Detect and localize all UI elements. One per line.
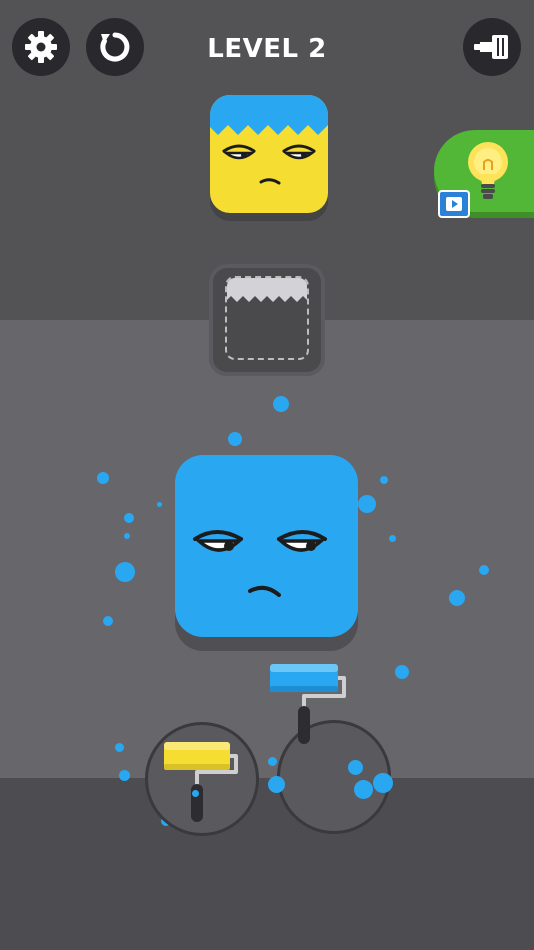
- paint-drop: [348, 760, 363, 775]
- yellow-roller[interactable]: [160, 738, 240, 824]
- bottom-background: [0, 778, 534, 950]
- paint-drop: [380, 476, 388, 484]
- paint-drop: [268, 776, 285, 793]
- paint-drop: [373, 773, 393, 793]
- paint-drop: [479, 565, 489, 575]
- paint-drop: [124, 533, 130, 539]
- slot-painted-band: [227, 278, 307, 302]
- paint-drop: [97, 472, 109, 484]
- paint-drop: [115, 743, 124, 752]
- video-play-icon: [446, 197, 462, 211]
- player-face[interactable]: [175, 455, 358, 637]
- empty-slot: [209, 264, 325, 376]
- paint-drop: [389, 535, 396, 542]
- paint-drop: [192, 790, 199, 797]
- paint-drop: [119, 770, 130, 781]
- paint-drop: [268, 757, 277, 766]
- paint-drop: [115, 562, 135, 582]
- target-face: [210, 95, 328, 213]
- paint-drop: [395, 665, 409, 679]
- target-face-art: [210, 95, 328, 185]
- paint-drop: [354, 780, 373, 799]
- player-face-art: [193, 530, 327, 597]
- video-ad-badge: [438, 190, 470, 218]
- paint-roller-icon: [474, 35, 508, 59]
- paint-drop: [449, 590, 465, 606]
- level-title: LEVEL 2: [207, 34, 327, 64]
- paint-drop: [103, 616, 113, 626]
- blue-roller[interactable]: [266, 660, 348, 746]
- slot-outline: [225, 276, 309, 360]
- paint-drop: [228, 432, 242, 446]
- paint-drop: [124, 513, 134, 523]
- paint-drop: [157, 502, 162, 507]
- paint-drop: [273, 396, 289, 412]
- shop-button[interactable]: [463, 18, 521, 76]
- paint-drop: [358, 495, 376, 513]
